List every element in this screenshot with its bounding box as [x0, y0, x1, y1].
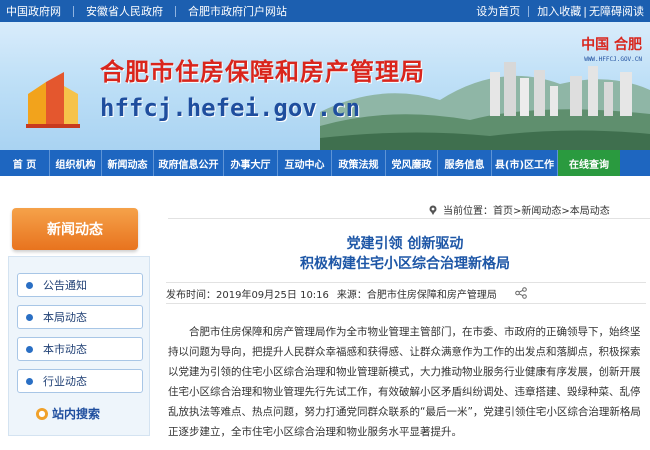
site-search-label: 站内搜索	[52, 407, 101, 421]
sidebar-item-label: 本局动态	[43, 311, 87, 324]
divider: |	[583, 4, 587, 18]
sidebar-item-announcements[interactable]: 公告通知	[17, 273, 143, 297]
accessibility-link[interactable]: 无障碍阅读	[589, 3, 644, 19]
sidebar-item-bureau-news[interactable]: 本局动态	[17, 305, 143, 329]
article-title-line2: 积极构建住宅小区综合治理新格局	[300, 256, 510, 272]
sidebar-item-industry-news[interactable]: 行业动态	[17, 369, 143, 393]
divider	[528, 5, 530, 17]
nav-service-hall[interactable]: 办事大厅	[224, 150, 278, 176]
main-nav: 首 页 组织机构 新闻动态 政府信息公开 办事大厅 互动中心 政策法规 党风廉政…	[0, 150, 650, 176]
source-label: 来源：	[336, 289, 367, 301]
divider	[168, 218, 650, 219]
bullet-icon	[26, 313, 33, 321]
sidebar-item-label: 本市动态	[43, 343, 87, 356]
nav-county-work[interactable]: 县(市)区工作	[492, 150, 558, 176]
share-icon[interactable]	[515, 287, 527, 299]
sidebar-item-label: 公告通知	[43, 279, 87, 292]
site-banner: 合肥市住房保障和房产管理局 hffcj.hefei.gov.cn 中国 合肥 W…	[0, 22, 650, 150]
bureau-logo-icon	[26, 72, 80, 128]
link-hefei-portal[interactable]: 合肥市政府门户网站	[188, 3, 287, 19]
main-content: 当前位置： 首页>新闻动态>本局动态 党建引领 创新驱动 积极构建住宅小区综合治…	[160, 176, 650, 450]
site-search-heading: ● 站内搜索	[36, 405, 100, 422]
link-china-gov[interactable]: 中国政府网	[6, 3, 61, 19]
breadcrumb-prefix: 当前位置：	[443, 206, 493, 217]
top-utility-bar: 中国政府网 安徽省人民政府 合肥市政府门户网站 设为首页 加入收藏 | 无障碍阅…	[0, 0, 650, 22]
add-favorite-link[interactable]: 加入收藏	[537, 3, 581, 19]
nav-home[interactable]: 首 页	[0, 150, 50, 176]
publish-time-label: 发布时间：	[166, 289, 216, 301]
divider	[73, 5, 74, 17]
nav-organization[interactable]: 组织机构	[50, 150, 102, 176]
article-body: 合肥市住房保障和房产管理局作为全市物业管理主管部门，在市委、市政府的正确领导下，…	[168, 326, 641, 438]
breadcrumb: 当前位置： 首页>新闻动态>本局动态	[428, 202, 610, 217]
site-domain: hffcj.hefei.gov.cn	[100, 94, 361, 122]
bullet-icon	[26, 281, 33, 289]
article-title-line1: 党建引领 创新驱动	[346, 236, 464, 252]
sidebar-header: 新闻动态	[12, 208, 138, 250]
sidebar-item-city-news[interactable]: 本市动态	[17, 337, 143, 361]
article-meta: 发布时间： 2019年09月25日 10:16 来源： 合肥市住房保障和房产管理…	[166, 282, 646, 304]
nav-info-disclosure[interactable]: 政府信息公开	[154, 150, 224, 176]
location-pin-icon	[429, 205, 437, 215]
sidebar: 新闻动态 公告通知 本局动态 本市动态 行业动态 ● 站内搜索	[0, 176, 160, 450]
search-icon: ●	[36, 407, 48, 420]
site-title: 合肥市住房保障和房产管理局	[100, 58, 425, 86]
bullet-icon	[26, 377, 33, 385]
source: 合肥市住房保障和房产管理局	[366, 289, 497, 301]
link-anhui-gov[interactable]: 安徽省人民政府	[86, 3, 163, 19]
city-mark-url: WWW.HFFCJ.GOV.CN	[584, 56, 642, 63]
nav-news[interactable]: 新闻动态	[102, 150, 154, 176]
gov-links: 中国政府网 安徽省人民政府 合肥市政府门户网站	[6, 0, 287, 22]
publish-time: 2019年09月25日 10:16	[216, 289, 329, 301]
nav-online-query[interactable]: 在线查询	[558, 150, 620, 176]
breadcrumb-path[interactable]: 首页>新闻动态>本局动态	[493, 202, 610, 217]
nav-policy[interactable]: 政策法规	[332, 150, 386, 176]
city-mark: 中国 合肥 WWW.HFFCJ.GOV.CN	[581, 34, 642, 63]
utility-links: 设为首页 加入收藏 | 无障碍阅读	[476, 0, 644, 22]
bullet-icon	[26, 345, 33, 353]
divider	[175, 5, 176, 17]
nav-service-info[interactable]: 服务信息	[438, 150, 492, 176]
nav-party-integrity[interactable]: 党风廉政	[386, 150, 438, 176]
nav-interaction[interactable]: 互动中心	[278, 150, 332, 176]
city-mark-name: 中国 合肥	[581, 37, 642, 53]
article-title: 党建引领 创新驱动 积极构建住宅小区综合治理新格局	[160, 234, 650, 274]
set-homepage-link[interactable]: 设为首页	[476, 3, 520, 19]
sidebar-item-label: 行业动态	[43, 375, 87, 388]
